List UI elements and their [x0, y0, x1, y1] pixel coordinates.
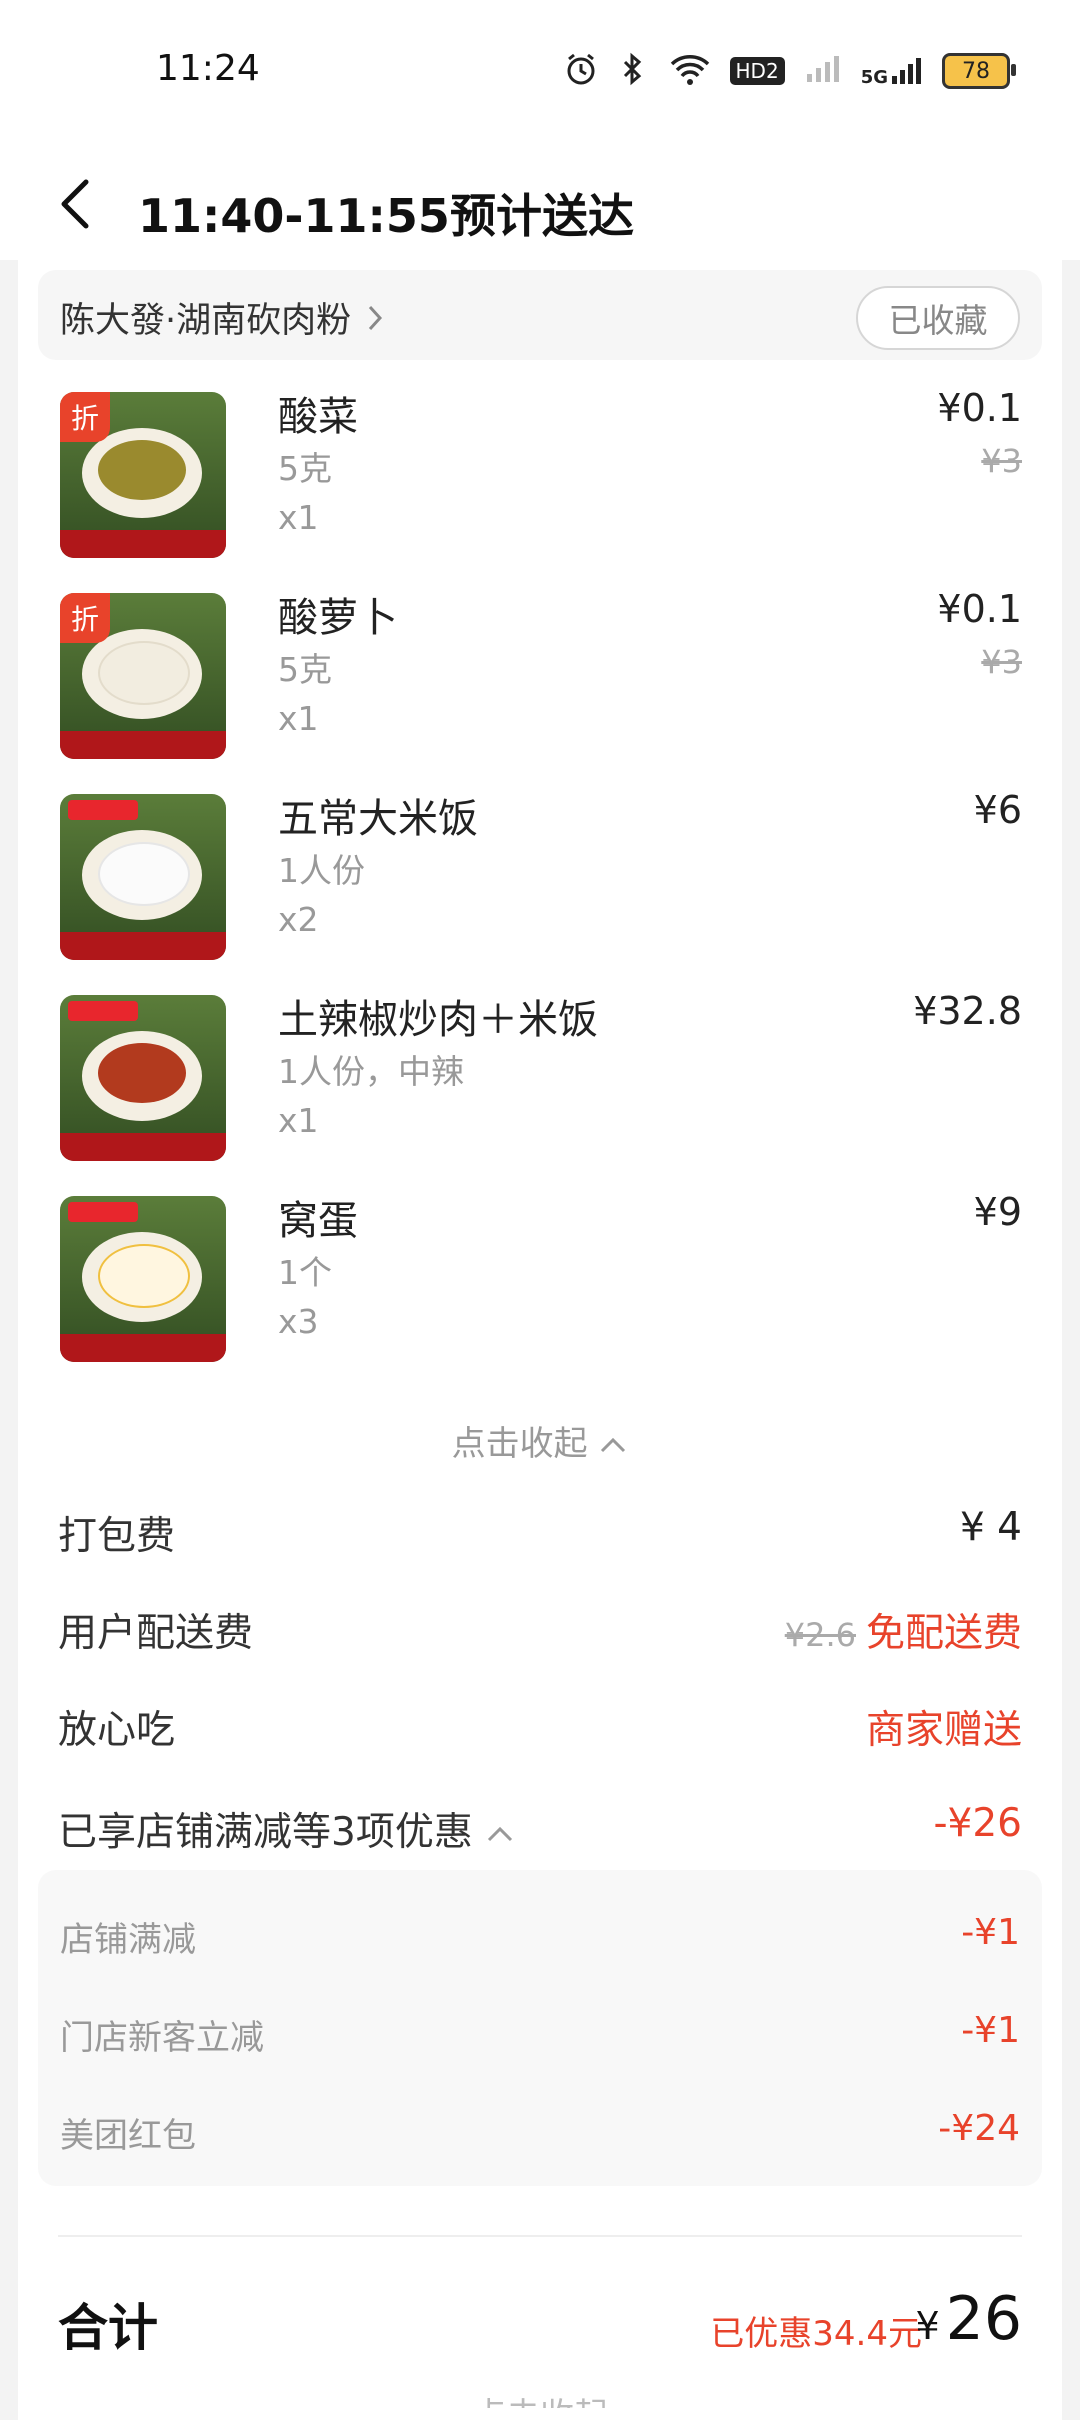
total-label: 合计	[58, 2299, 158, 2357]
item-price: ¥9	[973, 1190, 1022, 1234]
discount-tag: 折	[60, 392, 110, 442]
collapse-toggle[interactable]: 点击收起	[18, 1416, 1062, 1465]
wifi-icon	[668, 52, 712, 90]
item-quantity: x1	[278, 699, 319, 738]
assurance-row: 放心吃 商家赠送	[58, 1699, 1022, 1759]
item-original-price: ¥3	[981, 442, 1022, 480]
back-arrow-icon[interactable]	[56, 178, 96, 230]
item-quantity: x3	[278, 1302, 319, 1341]
discount-summary-value: -¥26	[933, 1801, 1022, 1846]
chevron-up-icon	[598, 1424, 628, 1464]
item-name: 土辣椒炒肉＋米饭	[278, 997, 598, 1043]
signal-5g-icon: 5G	[861, 54, 924, 88]
battery-icon: 78	[942, 53, 1016, 89]
discount-label: 门店新客立减	[60, 2018, 264, 2058]
discount-value: -¥1	[961, 1912, 1020, 1953]
item-quantity: x1	[278, 1101, 319, 1140]
discount-summary-row[interactable]: 已享店铺满减等3项优惠 -¥26	[58, 1801, 1022, 1861]
total-amount-value: 26	[945, 2284, 1022, 2354]
discount-row: 美团红包 -¥24	[60, 2108, 1020, 2158]
item-thumbnail	[60, 1196, 226, 1362]
discount-details: 店铺满减 -¥1 门店新客立减 -¥1 美团红包 -¥24	[38, 1870, 1042, 2186]
chevron-up-icon	[485, 1810, 515, 1855]
bluetooth-icon	[616, 52, 650, 90]
collapse-toggle-partial[interactable]: 点击收起	[18, 2388, 1062, 2408]
item-name: 五常大米饭	[278, 796, 478, 842]
item-price: ¥6	[973, 788, 1022, 832]
discount-row: 门店新客立减 -¥1	[60, 2010, 1020, 2060]
delivery-fee-value: 免配送费	[865, 1611, 1022, 1656]
hd-icon: HD2	[729, 57, 785, 85]
delivery-fee-row: 用户配送费 ¥2.6 免配送费	[58, 1602, 1022, 1662]
discount-value: -¥1	[961, 2010, 1020, 2051]
packing-fee-label: 打包费	[58, 1514, 176, 1559]
item-spec: 5克	[278, 650, 332, 689]
total-amount: ¥26	[915, 2284, 1022, 2354]
list-item: 折 酸菜 5克 x1 ¥0.1 ¥3	[58, 382, 1022, 558]
item-spec: 5克	[278, 449, 332, 488]
network-label: 5G	[860, 67, 888, 88]
list-item: 土辣椒炒肉＋米饭 1人份，中辣 x1 ¥32.8	[58, 985, 1022, 1161]
discount-summary-label: 已享店铺满减等3项优惠	[58, 1810, 473, 1855]
item-thumbnail	[60, 995, 226, 1161]
status-icons: HD2 5G 78	[564, 52, 1016, 90]
packing-fee-row: 打包费 ¥ 4	[58, 1505, 1022, 1565]
store-name: 陈大發·湖南砍肉粉	[60, 301, 352, 341]
delivery-fee-value-group: ¥2.6 免配送费	[785, 1602, 1022, 1658]
alarm-icon	[564, 52, 598, 90]
item-spec: 1个	[278, 1253, 332, 1292]
signal-weak-icon	[803, 52, 843, 90]
item-spec: 1人份，中辣	[278, 1052, 464, 1091]
packing-fee-value: ¥ 4	[959, 1505, 1022, 1550]
discount-value: -¥24	[938, 2108, 1020, 2149]
total-currency: ¥	[915, 2304, 940, 2348]
total-saved: 已优惠34.4元	[710, 2314, 922, 2354]
item-thumbnail: 折	[60, 593, 226, 759]
favorite-button[interactable]: 已收藏	[856, 286, 1020, 350]
discount-tag: 折	[60, 593, 110, 643]
discount-row: 店铺满减 -¥1	[60, 1912, 1020, 1962]
list-item: 五常大米饭 1人份 x2 ¥6	[58, 784, 1022, 960]
item-quantity: x2	[278, 900, 319, 939]
chevron-right-icon	[366, 302, 384, 342]
item-spec: 1人份	[278, 851, 365, 890]
list-item: 窝蛋 1个 x3 ¥9	[58, 1186, 1022, 1362]
delivery-fee-label: 用户配送费	[58, 1611, 254, 1656]
collapse-label: 点击收起	[451, 1424, 588, 1464]
list-item: 折 酸萝卜 5克 x1 ¥0.1 ¥3	[58, 583, 1022, 759]
item-name: 酸菜	[278, 394, 358, 440]
discount-label: 店铺满减	[60, 1920, 196, 1960]
item-quantity: x1	[278, 498, 319, 537]
item-thumbnail: 折	[60, 392, 226, 558]
item-price: ¥32.8	[913, 989, 1022, 1033]
item-price: ¥0.1	[937, 386, 1022, 430]
order-detail-card: 陈大發·湖南砍肉粉 已收藏 折 酸菜 5克 x1 ¥0.1 ¥3 折 酸萝卜 5…	[18, 260, 1062, 2420]
assurance-label: 放心吃	[58, 1708, 176, 1753]
store-link[interactable]: 陈大發·湖南砍肉粉	[60, 292, 384, 343]
item-original-price: ¥3	[981, 643, 1022, 681]
page-title: 11:40-11:55预计送达	[138, 189, 634, 243]
assurance-value: 商家赠送	[865, 1708, 1022, 1753]
item-thumbnail	[60, 794, 226, 960]
item-name: 酸萝卜	[278, 595, 398, 641]
delivery-fee-original: ¥2.6	[784, 1616, 856, 1654]
item-name: 窝蛋	[278, 1198, 358, 1244]
status-time: 11:24	[156, 48, 260, 89]
discount-label: 美团红包	[60, 2116, 196, 2156]
divider	[58, 2235, 1022, 2237]
page-header: 11:40-11:55预计送达	[0, 140, 1080, 260]
store-bar: 陈大發·湖南砍肉粉 已收藏	[38, 270, 1042, 360]
status-bar: 11:24 HD2 5G 78	[0, 0, 1080, 140]
discount-summary-label-group: 已享店铺满减等3项优惠	[58, 1801, 515, 1857]
item-price: ¥0.1	[937, 587, 1022, 631]
